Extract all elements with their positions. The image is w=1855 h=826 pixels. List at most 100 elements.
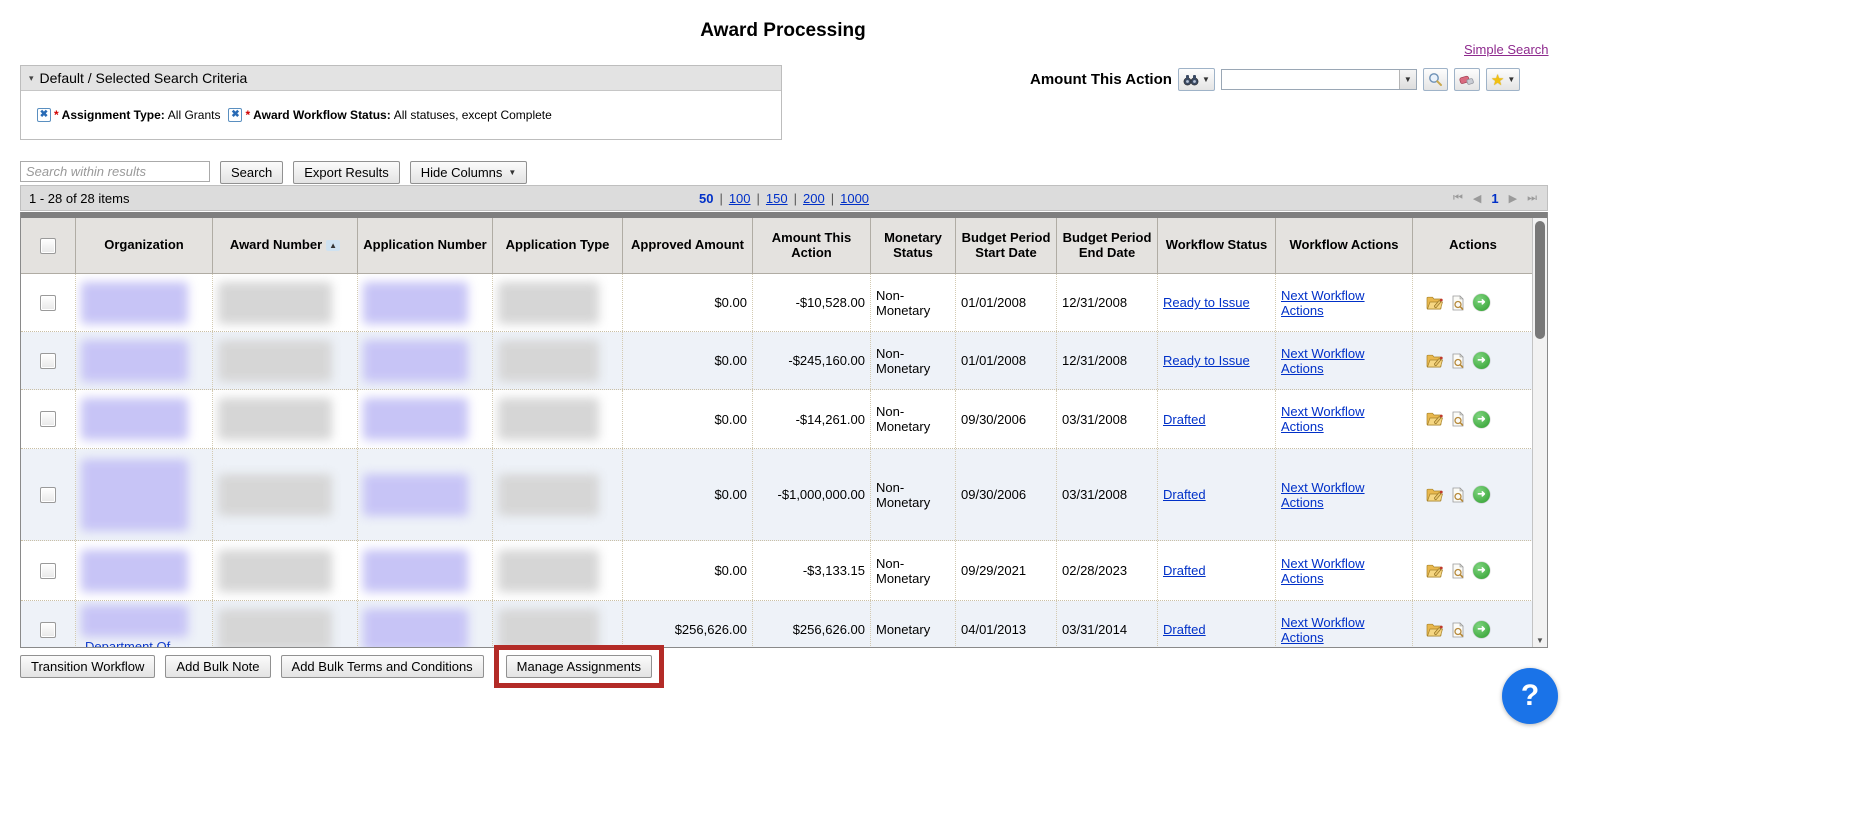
application-number-cell[interactable] [358, 449, 493, 540]
workflow-status-link[interactable]: Ready to Issue [1163, 353, 1250, 368]
organization-cell[interactable] [76, 449, 213, 540]
go-icon[interactable]: ➜ [1473, 411, 1490, 428]
col-award-number[interactable]: Award Number ▲ [213, 218, 358, 274]
search-criteria-header[interactable]: ▾ Default / Selected Search Criteria [21, 66, 781, 91]
select-all-checkbox[interactable] [40, 238, 56, 254]
workflow-status-cell: Ready to Issue [1158, 274, 1276, 331]
workflow-status-link[interactable]: Ready to Issue [1163, 295, 1250, 310]
next-workflow-actions-link[interactable]: Next Workflow Actions [1281, 615, 1407, 645]
row-checkbox[interactable] [40, 487, 56, 503]
page-size-150[interactable]: 150 [766, 191, 788, 206]
page-size-50[interactable]: 50 [699, 191, 713, 206]
application-number-cell[interactable] [358, 332, 493, 389]
go-icon[interactable]: ➜ [1473, 621, 1490, 638]
application-number-cell[interactable] [358, 274, 493, 331]
organization-cell[interactable]: Department Of [76, 601, 213, 648]
row-checkbox[interactable] [40, 295, 56, 311]
transition-workflow-button[interactable]: Transition Workflow [20, 655, 155, 678]
edit-folder-icon[interactable] [1426, 487, 1444, 503]
remove-criteria-icon[interactable]: ✖ [228, 108, 242, 122]
search-within-results-input[interactable] [20, 161, 210, 182]
col-organization[interactable]: Organization [76, 218, 213, 274]
add-bulk-note-button[interactable]: Add Bulk Note [165, 655, 270, 678]
row-checkbox[interactable] [40, 411, 56, 427]
go-icon[interactable]: ➜ [1473, 562, 1490, 579]
col-budget-period-start[interactable]: Budget Period Start Date [956, 218, 1057, 274]
next-workflow-actions-link[interactable]: Next Workflow Actions [1281, 556, 1407, 586]
quick-search-input[interactable] [1221, 69, 1417, 90]
clear-search-button[interactable] [1454, 68, 1480, 91]
next-workflow-actions-link[interactable]: Next Workflow Actions [1281, 346, 1407, 376]
organization-partial-text[interactable]: Department Of [81, 639, 170, 648]
application-number-cell[interactable] [358, 601, 493, 648]
redacted-application-number [363, 282, 468, 324]
search-button[interactable]: Search [220, 161, 283, 184]
workflow-status-link[interactable]: Drafted [1163, 563, 1206, 578]
preview-document-icon[interactable] [1451, 487, 1466, 503]
vertical-scrollbar[interactable]: ▼ [1532, 218, 1547, 647]
col-actions[interactable]: Actions [1413, 218, 1534, 274]
next-workflow-actions-link[interactable]: Next Workflow Actions [1281, 404, 1407, 434]
scroll-down-icon[interactable]: ▼ [1533, 636, 1547, 645]
preview-document-icon[interactable] [1451, 353, 1466, 369]
go-icon[interactable]: ➜ [1473, 352, 1490, 369]
row-checkbox[interactable] [40, 353, 56, 369]
workflow-status-link[interactable]: Drafted [1163, 487, 1206, 502]
field-chooser-button[interactable]: ▼ [1178, 68, 1215, 91]
go-icon[interactable]: ➜ [1473, 294, 1490, 311]
go-icon[interactable]: ➜ [1473, 486, 1490, 503]
first-page-icon[interactable]: ⏮ [1453, 192, 1463, 205]
preview-document-icon[interactable] [1451, 622, 1466, 638]
help-button[interactable]: ? [1502, 668, 1558, 724]
run-search-button[interactable] [1423, 68, 1448, 91]
col-application-number[interactable]: Application Number [358, 218, 493, 274]
page-size-200[interactable]: 200 [803, 191, 825, 206]
amount-this-action-cell: -$14,261.00 [753, 390, 871, 448]
col-workflow-status[interactable]: Workflow Status [1158, 218, 1276, 274]
hide-columns-button[interactable]: Hide Columns ▼ [410, 161, 528, 184]
application-type-cell [493, 541, 623, 600]
edit-folder-icon[interactable] [1426, 295, 1444, 311]
next-workflow-actions-link[interactable]: Next Workflow Actions [1281, 480, 1407, 510]
col-budget-period-end[interactable]: Budget Period End Date [1057, 218, 1158, 274]
export-results-button[interactable]: Export Results [293, 161, 400, 184]
scrollbar-thumb[interactable] [1535, 221, 1545, 339]
workflow-status-link[interactable]: Drafted [1163, 412, 1206, 427]
application-number-cell[interactable] [358, 541, 493, 600]
page-size-1000[interactable]: 1000 [840, 191, 869, 206]
table-row: Department Of $256,626.00 $256,626.00 Mo… [21, 601, 1547, 648]
col-amount-this-action[interactable]: Amount This Action [753, 218, 871, 274]
remove-criteria-icon[interactable]: ✖ [37, 108, 51, 122]
next-page-icon[interactable]: ▶ [1509, 192, 1517, 205]
highlight-annotation-box: Manage Assignments [494, 645, 664, 688]
next-workflow-actions-link[interactable]: Next Workflow Actions [1281, 288, 1407, 318]
last-page-icon[interactable]: ⏭ [1527, 192, 1537, 205]
favorites-button[interactable]: ★ ▼ [1486, 68, 1520, 91]
organization-cell[interactable] [76, 274, 213, 331]
col-monetary-status[interactable]: Monetary Status [871, 218, 956, 274]
preview-document-icon[interactable] [1451, 563, 1466, 579]
preview-document-icon[interactable] [1451, 295, 1466, 311]
manage-assignments-button[interactable]: Manage Assignments [506, 655, 652, 678]
quick-search-dropdown-button[interactable]: ▼ [1399, 70, 1416, 89]
monetary-status-cell: Non-Monetary [871, 449, 956, 540]
page-size-100[interactable]: 100 [729, 191, 751, 206]
col-approved-amount[interactable]: Approved Amount [623, 218, 753, 274]
organization-cell[interactable] [76, 332, 213, 389]
application-number-cell[interactable] [358, 390, 493, 448]
col-workflow-actions[interactable]: Workflow Actions [1276, 218, 1413, 274]
organization-cell[interactable] [76, 390, 213, 448]
simple-search-link[interactable]: Simple Search [1464, 42, 1549, 57]
edit-folder-icon[interactable] [1426, 353, 1444, 369]
row-checkbox[interactable] [40, 563, 56, 579]
add-bulk-terms-button[interactable]: Add Bulk Terms and Conditions [281, 655, 484, 678]
preview-document-icon[interactable] [1451, 411, 1466, 427]
col-application-type[interactable]: Application Type [493, 218, 623, 274]
workflow-status-link[interactable]: Drafted [1163, 622, 1206, 637]
edit-folder-icon[interactable] [1426, 411, 1444, 427]
edit-folder-icon[interactable] [1426, 622, 1444, 638]
row-checkbox[interactable] [40, 622, 56, 638]
edit-folder-icon[interactable] [1426, 563, 1444, 579]
prev-page-icon[interactable]: ◀ [1473, 192, 1481, 205]
organization-cell[interactable] [76, 541, 213, 600]
